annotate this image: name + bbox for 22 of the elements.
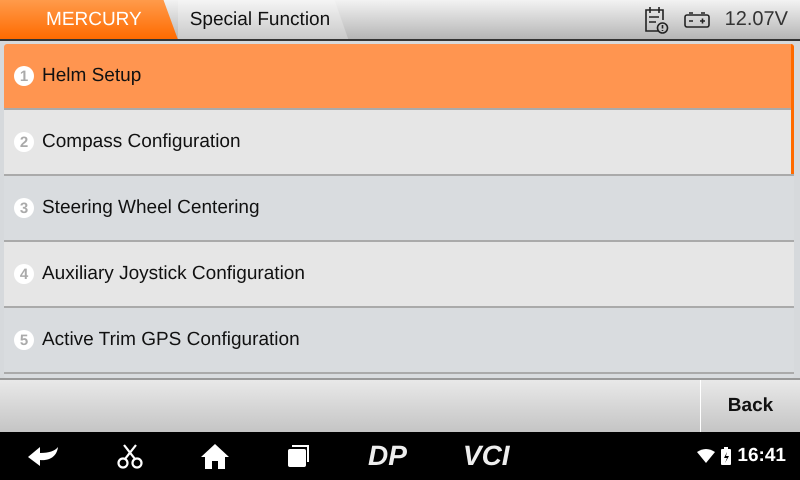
scissors-icon[interactable] xyxy=(116,442,144,470)
breadcrumb-tab[interactable]: Special Function xyxy=(178,0,348,39)
number-badge: 4 xyxy=(14,264,34,284)
menu-item[interactable]: 4 Auxiliary Joystick Configuration xyxy=(4,242,794,308)
battery-icon xyxy=(682,10,711,30)
battery-charging-icon xyxy=(721,447,732,465)
scrollbar-thumb[interactable] xyxy=(791,44,794,174)
menu-item[interactable]: 1 Helm Setup xyxy=(4,44,794,110)
wifi-icon xyxy=(697,449,716,463)
vci-logo[interactable]: VCI xyxy=(462,440,510,472)
number-badge: 5 xyxy=(14,330,34,350)
number-badge: 3 xyxy=(14,198,34,218)
number-badge: 2 xyxy=(14,132,34,152)
voltage-reading: 12.07V xyxy=(724,8,788,31)
clock: 16:41 xyxy=(737,445,786,467)
number-badge: 1 xyxy=(14,66,34,86)
recent-apps-icon[interactable] xyxy=(286,443,312,469)
menu-item[interactable]: 2 Compass Configuration xyxy=(4,110,794,176)
back-arrow-icon[interactable] xyxy=(26,444,60,468)
home-icon[interactable] xyxy=(200,442,230,470)
dp-logo[interactable]: DP xyxy=(368,440,407,472)
calendar-alert-icon[interactable] xyxy=(642,4,669,34)
